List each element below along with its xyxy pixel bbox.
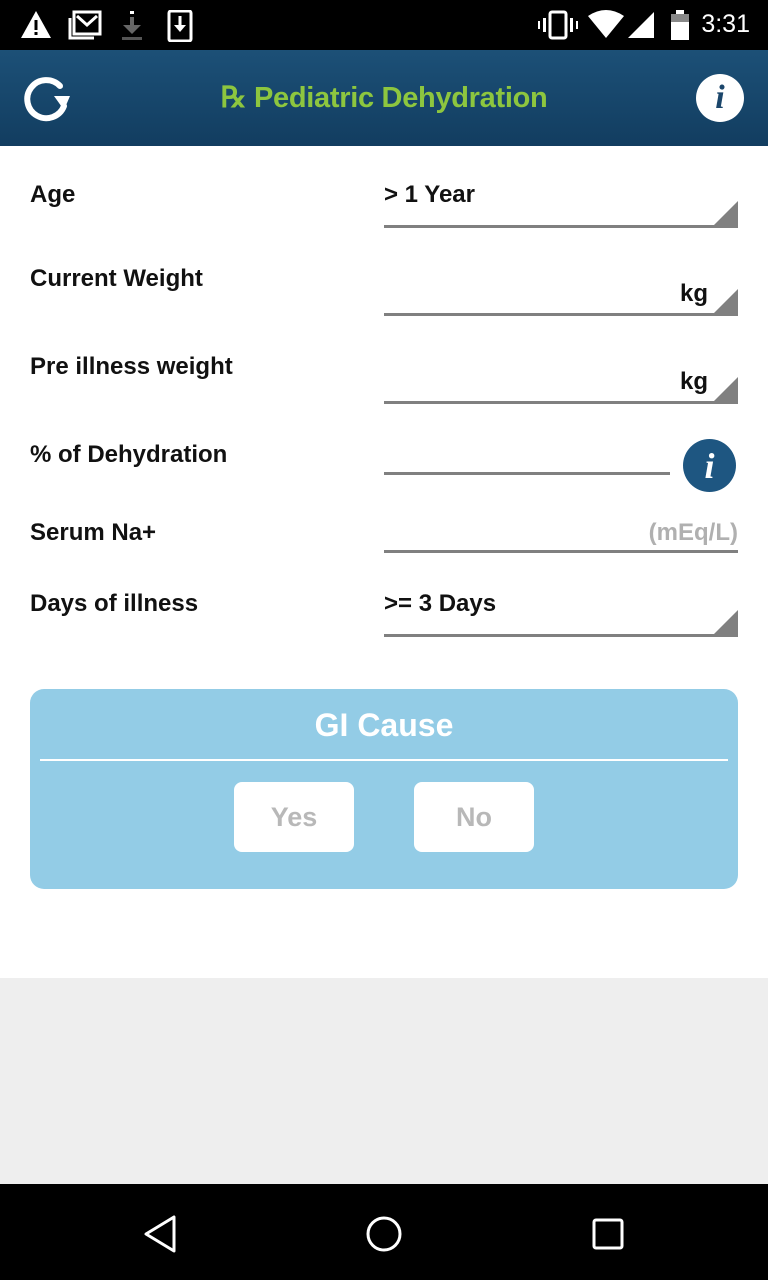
age-value: > 1 Year xyxy=(384,181,475,208)
warning-icon xyxy=(21,11,51,38)
recents-icon[interactable] xyxy=(586,1212,630,1256)
pre-illness-weight-unit: kg xyxy=(679,368,708,395)
info-button[interactable]: i xyxy=(696,74,744,122)
current-weight-label: Current Weight xyxy=(30,265,203,292)
gi-cause-title: GI Cause xyxy=(314,707,454,743)
gi-no-button[interactable]: No xyxy=(414,782,534,852)
vibrate-icon xyxy=(538,10,578,40)
gi-cause-divider xyxy=(40,759,728,761)
pre-illness-weight-input[interactable]: kg xyxy=(384,344,738,404)
unit-dropdown-corner-icon[interactable] xyxy=(714,289,738,313)
dropdown-corner-icon xyxy=(714,610,738,634)
days-of-illness-dropdown[interactable]: >= 3 Days xyxy=(384,582,738,637)
gi-yes-button[interactable]: Yes xyxy=(234,782,354,852)
info-icon: i xyxy=(704,445,715,486)
status-time: 3:31 xyxy=(701,10,750,38)
days-of-illness-label: Days of illness xyxy=(30,590,199,617)
battery-icon xyxy=(671,10,689,40)
back-icon[interactable] xyxy=(138,1212,182,1256)
dehydration-info-button[interactable]: i xyxy=(683,439,736,492)
info-icon: i xyxy=(715,79,725,116)
home-icon[interactable] xyxy=(362,1212,406,1256)
unit-dropdown-corner-icon[interactable] xyxy=(714,377,738,401)
wifi-icon xyxy=(588,10,624,38)
form-content: Age > 1 Year Current Weight kg Pre illne… xyxy=(0,146,768,978)
age-dropdown[interactable]: > 1 Year xyxy=(384,176,738,228)
serum-na-placeholder: (mEq/L) xyxy=(648,519,738,546)
dehydration-input[interactable] xyxy=(384,426,670,475)
current-weight-input[interactable]: kg xyxy=(384,256,738,316)
app-bar: ℞ Pediatric Dehydration i xyxy=(0,50,768,146)
age-label: Age xyxy=(30,181,76,208)
current-weight-unit: kg xyxy=(679,280,708,307)
signal-icon xyxy=(628,12,654,38)
navigation-bar xyxy=(0,1184,768,1280)
gmail-icon xyxy=(68,10,102,40)
download-phone-icon xyxy=(167,10,193,42)
dropdown-corner-icon xyxy=(714,201,738,225)
dehydration-label: % of Dehydration xyxy=(30,441,228,468)
download-icon xyxy=(122,11,142,40)
serum-na-label: Serum Na+ xyxy=(30,519,157,546)
gi-cause-card: GI Cause Yes No xyxy=(30,689,738,889)
app-title: ℞ Pediatric Dehydration xyxy=(220,82,548,114)
pre-illness-weight-label: Pre illness weight xyxy=(30,353,233,380)
days-of-illness-value: >= 3 Days xyxy=(384,590,497,617)
status-bar: 3:31 xyxy=(0,0,768,50)
serum-na-input[interactable]: (mEq/L) xyxy=(384,506,738,553)
